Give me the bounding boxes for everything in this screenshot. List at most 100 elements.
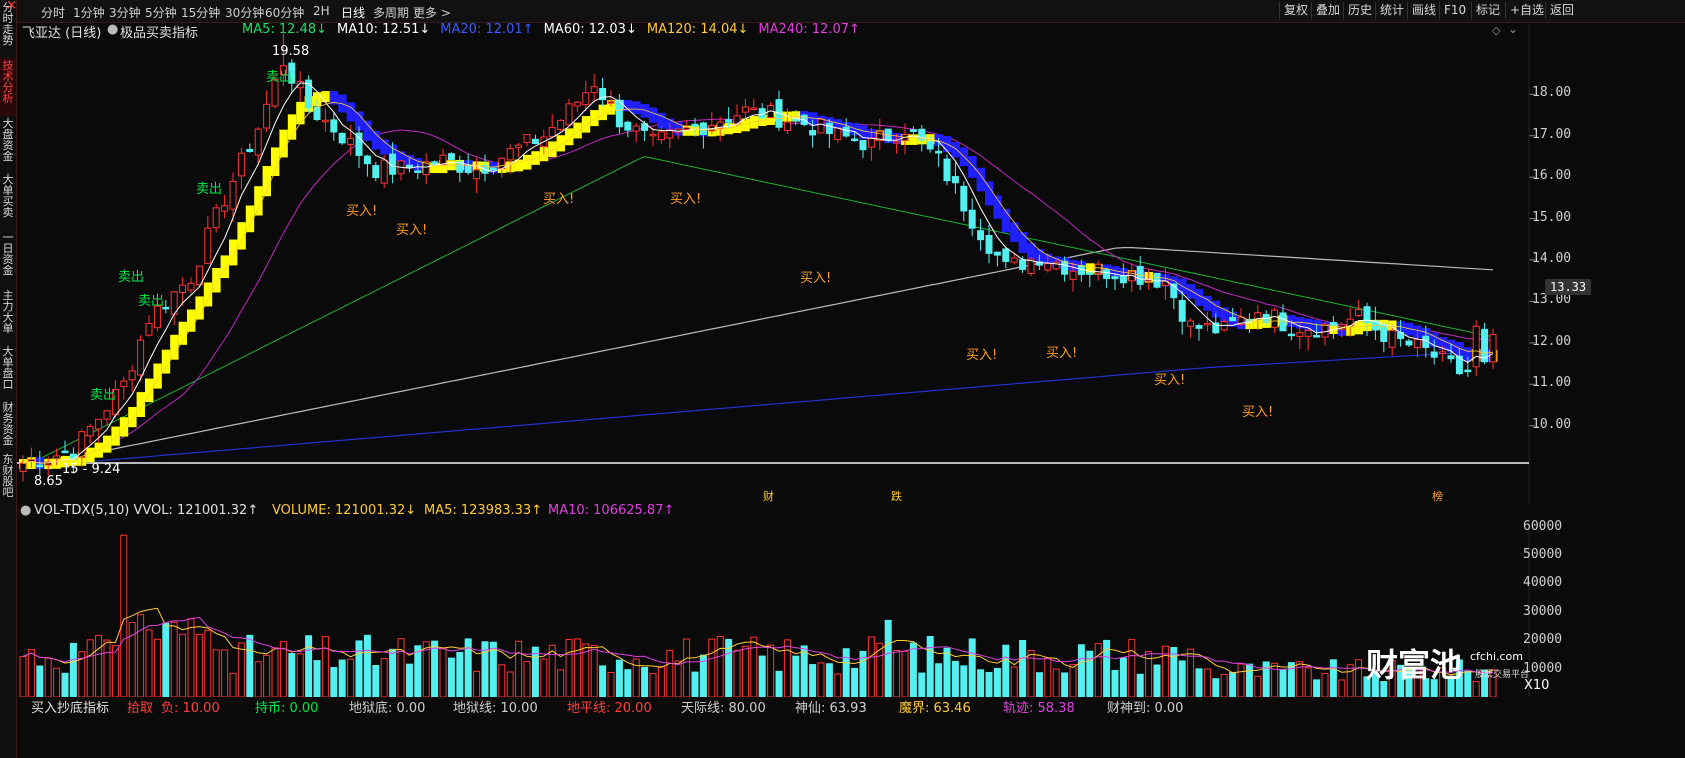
sell-signal: 卖出: [118, 270, 145, 285]
volume-bar: [943, 647, 951, 697]
candle-body: [909, 129, 917, 132]
volume-bar: [53, 667, 61, 697]
period-tab[interactable]: 1分钟: [73, 4, 105, 21]
candle-body: [254, 128, 262, 156]
candle-body: [1489, 334, 1497, 363]
candle-body: [691, 123, 699, 127]
volume-bar: [347, 658, 355, 697]
low-price-label: 8.65: [34, 474, 63, 489]
period-tab[interactable]: 15分钟: [181, 4, 220, 21]
side-tab[interactable]: 大盘资金: [0, 116, 16, 172]
candle-body: [1019, 259, 1027, 270]
period-tab[interactable]: 60分钟: [265, 4, 304, 21]
brand-subtitle: 股票交易平台: [1475, 670, 1530, 680]
candle-body: [1472, 325, 1480, 368]
volume-bar: [1212, 678, 1220, 697]
volume-bar: [103, 639, 111, 697]
volume-bar: [431, 640, 439, 697]
toolbar-button[interactable]: 复权: [1279, 2, 1312, 19]
period-tab[interactable]: 3分钟: [109, 4, 141, 21]
bottom-indicator-item: 天际线: 80.00: [681, 701, 766, 716]
bottom-indicator-item: 神仙: 63.93: [795, 701, 867, 716]
candle-body: [968, 209, 976, 229]
toolbar-button[interactable]: 历史: [1343, 2, 1376, 19]
volume-bar: [935, 663, 943, 697]
volume-bar: [1346, 664, 1354, 697]
toolbar-button[interactable]: 叠加: [1311, 2, 1344, 19]
candle-body: [1380, 324, 1388, 342]
volume-bar: [204, 629, 212, 697]
event-marker[interactable]: 财: [763, 488, 774, 504]
volume-bar: [1061, 672, 1069, 697]
toolbar-button[interactable]: 返回: [1545, 2, 1578, 19]
volume-bar: [993, 667, 1001, 697]
candle-body: [145, 322, 153, 336]
volume-bar: [1044, 657, 1052, 697]
candle-body: [1287, 333, 1295, 337]
trend-band-block: [649, 107, 658, 123]
period-tab[interactable]: 5分钟: [145, 4, 177, 21]
close-icon[interactable]: ×: [6, 0, 17, 13]
period-tab[interactable]: 分时: [41, 4, 65, 21]
volume-bar: [1128, 638, 1136, 697]
price-axis-label: 14.00: [1532, 251, 1572, 266]
volume-title: VOL-TDX(5,10) VVOL: 121001.32↑: [34, 503, 259, 518]
side-tab[interactable]: 财务资金: [0, 400, 16, 452]
toolbar-button[interactable]: 统计: [1375, 2, 1408, 19]
trend-band-block: [1018, 232, 1027, 253]
side-tab[interactable]: 大单盘口: [0, 344, 16, 400]
price-axis-label: 11.00: [1532, 375, 1572, 391]
candle-body: [195, 265, 203, 286]
sell-signal: 卖出: [138, 294, 165, 309]
side-tab[interactable]: 东财股吧: [0, 452, 16, 502]
price-chart[interactable]: [17, 22, 1547, 504]
toolbar-button[interactable]: 画线: [1407, 2, 1440, 19]
side-tab[interactable]: 技术分析: [0, 58, 16, 116]
volume-bar: [666, 649, 674, 697]
volume-axis-label: 60000: [1523, 518, 1563, 534]
toolbar-button[interactable]: F10: [1439, 2, 1470, 19]
candle-body: [993, 251, 1001, 256]
candle-body: [1296, 332, 1304, 337]
period-tab[interactable]: 日线: [341, 4, 365, 21]
period-tab[interactable]: 更多 >: [413, 4, 451, 21]
candle-body: [1405, 340, 1413, 346]
volume-bar: [1220, 673, 1228, 697]
period-tab[interactable]: 30分钟: [225, 4, 264, 21]
volume-bar: [95, 634, 103, 697]
volume-bar: [649, 673, 657, 697]
side-tab[interactable]: 一日资金: [0, 230, 16, 288]
candle-body: [817, 118, 825, 134]
side-tab[interactable]: 主力大单: [0, 288, 16, 344]
trend-band-block: [1354, 321, 1363, 335]
toolbar-button[interactable]: +自选: [1505, 2, 1548, 19]
event-marker[interactable]: 跌: [891, 488, 902, 504]
period-tab[interactable]: 多周期: [373, 4, 409, 21]
bottom-indicator-name[interactable]: 买入抄底指标: [31, 697, 109, 716]
candle-body: [1044, 263, 1052, 271]
volume-bar: [1178, 660, 1186, 697]
volume-bar: [817, 662, 825, 697]
candle-body: [204, 227, 212, 264]
event-marker[interactable]: 榜: [1432, 488, 1443, 504]
toolbar-button[interactable]: 标记: [1471, 2, 1504, 19]
volume-chart[interactable]: [17, 521, 1547, 697]
candle-body: [1061, 260, 1069, 275]
trend-band-block: [321, 91, 330, 103]
candle-body: [1002, 248, 1010, 262]
candle-body: [489, 167, 497, 171]
period-tab[interactable]: 2H: [313, 4, 330, 18]
volume-dot-icon[interactable]: ●: [20, 503, 31, 518]
bottom-indicator-item: 财神到: 0.00: [1107, 701, 1184, 716]
side-tab[interactable]: 大单买卖: [0, 172, 16, 230]
candle-body: [1279, 312, 1287, 332]
volume-bar: [61, 672, 69, 697]
volume-bar: [893, 650, 901, 697]
volume-bar: [615, 659, 623, 697]
candle-body: [103, 410, 111, 420]
candle-body: [624, 121, 632, 131]
candle-body: [851, 138, 859, 142]
volume-bar: [708, 638, 716, 697]
volume-bar: [195, 633, 203, 697]
candle-body: [834, 127, 842, 141]
